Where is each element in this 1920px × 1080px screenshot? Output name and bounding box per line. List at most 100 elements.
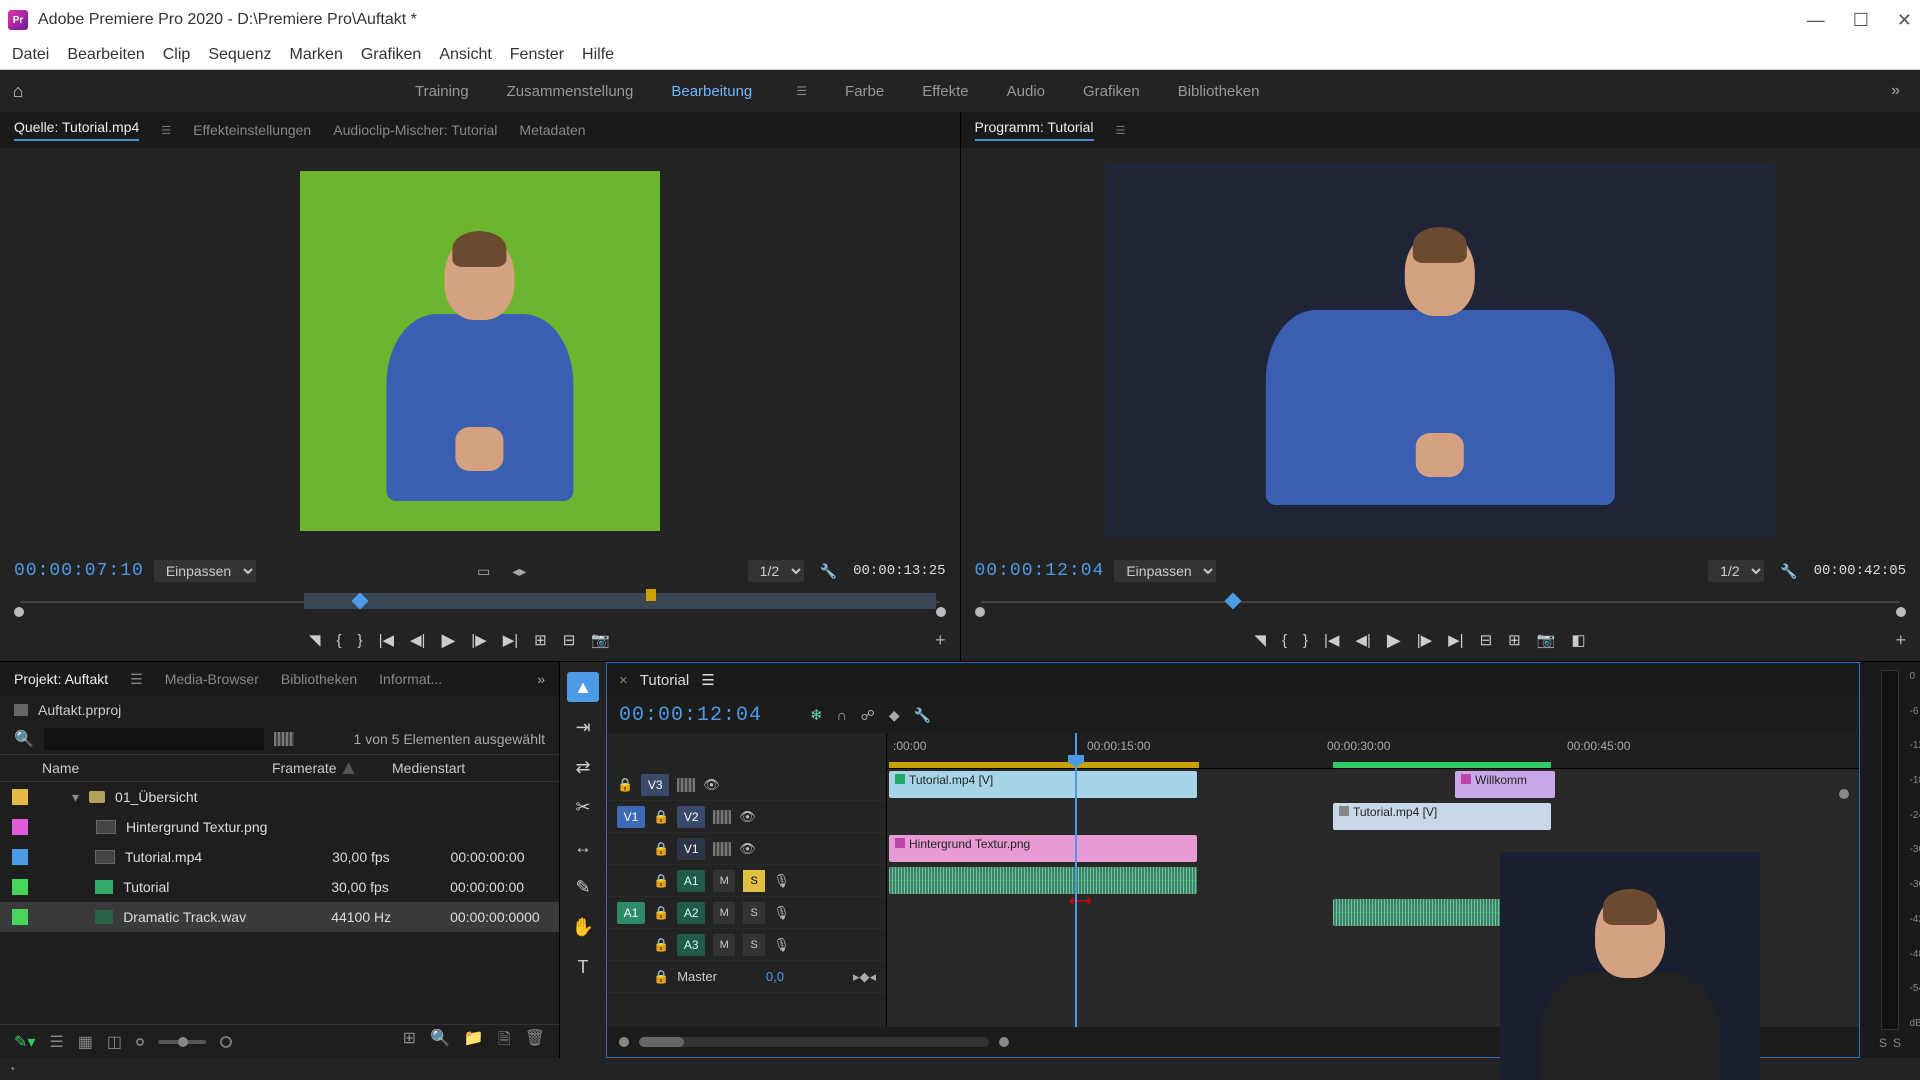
drag-audio-icon[interactable]: ◂▸: [512, 563, 526, 580]
track-v3[interactable]: V3: [641, 774, 669, 796]
type-tool-icon[interactable]: T: [567, 952, 599, 982]
track-v2[interactable]: V2: [677, 806, 705, 828]
src-a1[interactable]: A1: [617, 902, 645, 924]
bin-row-folder[interactable]: ▾ 01_Übersicht: [0, 782, 559, 812]
track-select-tool-icon[interactable]: ⇥: [567, 712, 599, 742]
razor-tool-icon[interactable]: ✂: [567, 792, 599, 822]
mic-icon[interactable]: 🎙: [773, 905, 790, 921]
clip-title[interactable]: Willkomm: [1455, 771, 1555, 798]
workspace-grafiken[interactable]: Grafiken: [1083, 83, 1140, 100]
workspace-farbe[interactable]: Farbe: [845, 83, 884, 100]
menu-sequenz[interactable]: Sequenz: [208, 46, 271, 64]
track-a2[interactable]: A2: [677, 902, 705, 924]
program-viewer[interactable]: [1105, 163, 1775, 538]
list-view-icon[interactable]: ☰: [49, 1032, 63, 1052]
selection-tool-icon[interactable]: ▲: [567, 672, 599, 702]
program-zoom-select[interactable]: 1/2: [1708, 560, 1764, 582]
overwrite-icon[interactable]: ⊟: [563, 631, 576, 649]
filter-bin-icon[interactable]: [274, 732, 294, 746]
prog-play-icon[interactable]: ▶: [1387, 630, 1401, 651]
out-marker[interactable]: [646, 589, 656, 601]
prog-mark-r-icon[interactable]: }: [1303, 632, 1308, 649]
timeline-timecode[interactable]: 00:00:12:04: [619, 704, 762, 727]
source-viewer[interactable]: [300, 171, 660, 531]
timeline-zoom-scrollbar[interactable]: [639, 1037, 989, 1047]
menu-datei[interactable]: Datei: [12, 46, 49, 64]
export-frame-icon[interactable]: 📷: [591, 631, 610, 649]
prog-extract-icon[interactable]: ⊞: [1508, 631, 1521, 649]
program-fit-select[interactable]: Einpassen: [1114, 560, 1216, 582]
clip-video-top[interactable]: Tutorial.mp4 [V]: [889, 771, 1197, 798]
goto-out-icon[interactable]: ▶|: [503, 631, 518, 649]
workspace-effekte[interactable]: Effekte: [922, 83, 968, 100]
thumbnail-zoom-slider[interactable]: [158, 1040, 206, 1044]
source-zoom-select[interactable]: 1/2: [748, 560, 804, 582]
col-name[interactable]: Name: [42, 760, 262, 776]
lock-icon[interactable]: 🔒: [653, 905, 669, 921]
project-tabs-overflow-icon[interactable]: »: [537, 671, 545, 687]
magnet-icon[interactable]: ∩: [837, 707, 847, 723]
track-a3[interactable]: A3: [677, 934, 705, 956]
menu-marken[interactable]: Marken: [289, 46, 342, 64]
src-v1[interactable]: V1: [617, 806, 645, 828]
clip-video-right[interactable]: Tutorial.mp4 [V]: [1333, 803, 1551, 830]
mute-a2[interactable]: M: [713, 902, 735, 924]
bin-row-bg[interactable]: Hintergrund Textur.png: [0, 812, 559, 842]
step-back-icon[interactable]: ◀|: [410, 631, 425, 649]
menu-fenster[interactable]: Fenster: [510, 46, 564, 64]
sync-lock-icon[interactable]: [713, 810, 731, 824]
wrench-icon[interactable]: 🔧: [820, 563, 837, 580]
timeline-ruler[interactable]: :00:00 00:00:15:00 00:00:30:00 00:00:45:…: [887, 733, 1859, 769]
freeform-view-icon[interactable]: ◫: [107, 1032, 122, 1052]
home-icon[interactable]: ⌂: [0, 81, 36, 102]
step-fwd-icon[interactable]: |▶: [471, 631, 486, 649]
close-button[interactable]: ✕: [1897, 10, 1912, 31]
snap-icon[interactable]: ❄: [810, 706, 823, 724]
playhead[interactable]: [1075, 733, 1077, 1027]
lock-icon[interactable]: 🔒: [653, 937, 669, 953]
mute-a3[interactable]: M: [713, 934, 735, 956]
tab-project-menu-icon[interactable]: ☰: [130, 671, 143, 688]
prog-mark-in-icon[interactable]: ◥: [1254, 631, 1266, 649]
tab-source[interactable]: Quelle: Tutorial.mp4: [14, 119, 139, 141]
automate-icon[interactable]: ⊞: [403, 1028, 416, 1055]
disclosure-icon[interactable]: ▾: [72, 789, 79, 806]
menu-clip[interactable]: Clip: [163, 46, 191, 64]
mute-a1[interactable]: M: [713, 870, 735, 892]
lock-icon[interactable]: 🔒: [617, 777, 633, 793]
col-framerate[interactable]: Framerate: [272, 760, 382, 776]
mark-split-right-icon[interactable]: }: [358, 632, 363, 649]
tab-audio-mixer[interactable]: Audioclip-Mischer: Tutorial: [333, 122, 497, 138]
zoom-min-icon[interactable]: [619, 1037, 629, 1047]
solo-left[interactable]: S: [1879, 1036, 1887, 1050]
workspace-zusammenstellung[interactable]: Zusammenstellung: [507, 83, 634, 100]
workspace-menu-icon[interactable]: ☰: [796, 84, 807, 98]
keyframe-nav-icon[interactable]: ▸◆◂: [853, 969, 876, 985]
program-add-button[interactable]: +: [1895, 630, 1906, 651]
eye-icon[interactable]: 👁: [739, 809, 756, 825]
program-wrench-icon[interactable]: 🔧: [1780, 563, 1797, 580]
tab-metadata[interactable]: Metadaten: [519, 122, 585, 138]
tab-source-menu-icon[interactable]: ☰: [161, 124, 171, 137]
lock-icon[interactable]: 🔒: [653, 873, 669, 889]
workspace-audio[interactable]: Audio: [1007, 83, 1045, 100]
source-timecode[interactable]: 00:00:07:10: [14, 561, 144, 581]
insert-icon[interactable]: ⊞: [534, 631, 547, 649]
label-color-icon[interactable]: ✎▾: [14, 1032, 35, 1052]
prog-lift-icon[interactable]: ⊟: [1480, 631, 1493, 649]
link-icon[interactable]: ☍: [861, 707, 875, 724]
timeline-close-icon[interactable]: ×: [619, 672, 628, 689]
tab-program-menu-icon[interactable]: ☰: [1116, 124, 1126, 137]
menu-grafiken[interactable]: Grafiken: [361, 46, 421, 64]
menu-hilfe[interactable]: Hilfe: [582, 46, 614, 64]
lock-icon[interactable]: 🔒: [653, 809, 669, 825]
source-scrub[interactable]: [14, 589, 946, 619]
tab-program[interactable]: Programm: Tutorial: [975, 119, 1094, 141]
tab-effect-settings[interactable]: Effekteinstellungen: [193, 122, 311, 138]
solo-right[interactable]: S: [1893, 1036, 1901, 1050]
icon-view-icon[interactable]: ▦: [78, 1032, 93, 1052]
workspace-overflow-icon[interactable]: »: [1891, 82, 1900, 100]
tab-bibliotheken[interactable]: Bibliotheken: [281, 671, 357, 687]
prog-mark-l-icon[interactable]: {: [1282, 632, 1287, 649]
hand-tool-icon[interactable]: ✋: [567, 912, 599, 942]
